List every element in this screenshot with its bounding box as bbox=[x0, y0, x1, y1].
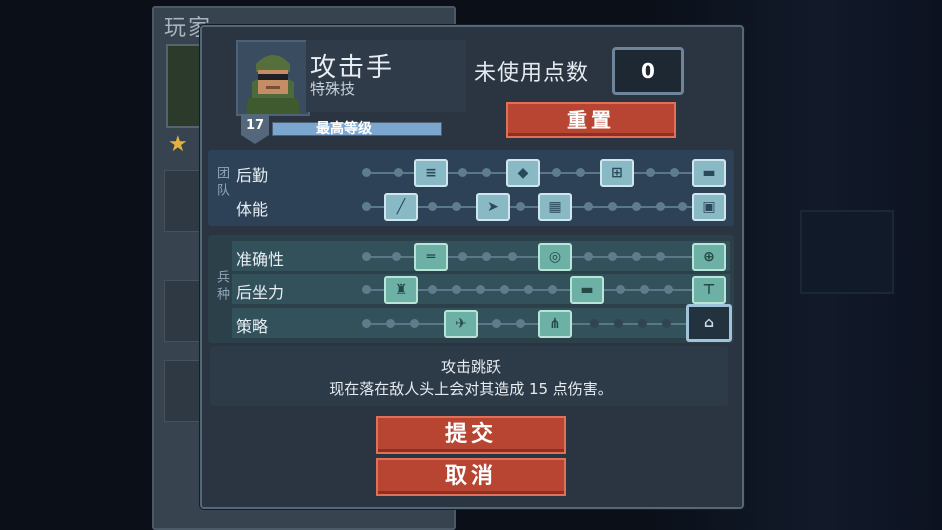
background-object bbox=[800, 210, 894, 294]
reset-button[interactable]: 重置 bbox=[506, 102, 676, 138]
star-icon: ★ bbox=[168, 132, 188, 157]
unused-points-value: 0 bbox=[612, 47, 684, 95]
skill-recoil-2[interactable]: ▬ bbox=[570, 276, 604, 304]
soldier-portrait bbox=[236, 40, 310, 116]
skill-node[interactable] bbox=[362, 202, 371, 211]
team-section bbox=[208, 150, 734, 226]
skill-node[interactable] bbox=[640, 285, 649, 294]
skill-node[interactable] bbox=[552, 168, 561, 177]
skill-node[interactable] bbox=[656, 252, 665, 261]
skill-node[interactable] bbox=[492, 319, 501, 328]
skill-recoil-1[interactable]: ♜ bbox=[384, 276, 418, 304]
cancel-button[interactable]: 取消 bbox=[376, 458, 566, 496]
skill-description-text: 现在落在敌人头上会对其造成 15 点伤害。 bbox=[329, 380, 613, 398]
skill-node[interactable] bbox=[678, 202, 687, 211]
skill-node[interactable] bbox=[428, 285, 437, 294]
skill-node[interactable] bbox=[428, 202, 437, 211]
row-label-fitness: 体能 bbox=[236, 200, 269, 219]
skill-accuracy-3[interactable]: ⊕ bbox=[692, 243, 726, 271]
skill-node-locked[interactable] bbox=[638, 319, 647, 328]
skill-logistics-3[interactable]: ⊞ bbox=[600, 159, 634, 187]
skill-node[interactable] bbox=[632, 202, 641, 211]
skill-fitness-1[interactable]: ╱ bbox=[384, 193, 418, 221]
skill-node[interactable] bbox=[452, 285, 461, 294]
skill-fitness-3[interactable]: ▦ bbox=[538, 193, 572, 221]
skill-node[interactable] bbox=[584, 202, 593, 211]
background-slot bbox=[164, 170, 204, 232]
skill-node[interactable] bbox=[410, 319, 419, 328]
unused-points-label: 未使用点数 bbox=[474, 61, 590, 86]
skill-node[interactable] bbox=[508, 252, 517, 261]
skill-node[interactable] bbox=[394, 168, 403, 177]
skill-node[interactable] bbox=[386, 319, 395, 328]
skill-node[interactable] bbox=[392, 252, 401, 261]
level-label: 最高等级 bbox=[316, 121, 372, 137]
skill-node[interactable] bbox=[608, 202, 617, 211]
row-label-logistics: 后勤 bbox=[236, 166, 269, 185]
skill-node[interactable] bbox=[516, 319, 525, 328]
skill-node[interactable] bbox=[362, 285, 371, 294]
skill-node[interactable] bbox=[632, 252, 641, 261]
class-subtitle: 特殊技 bbox=[310, 80, 356, 98]
skill-node[interactable] bbox=[362, 168, 371, 177]
skill-recoil-3[interactable]: ⊤ bbox=[692, 276, 726, 304]
skill-tactics-2[interactable]: ⋔ bbox=[538, 310, 572, 338]
skill-node[interactable] bbox=[548, 285, 557, 294]
skill-node-locked[interactable] bbox=[662, 319, 671, 328]
skill-node[interactable] bbox=[524, 285, 533, 294]
row-label-accuracy: 准确性 bbox=[236, 250, 285, 269]
skill-node[interactable] bbox=[476, 285, 485, 294]
skill-node-locked[interactable] bbox=[590, 319, 599, 328]
skill-node[interactable] bbox=[616, 285, 625, 294]
row-label-recoil: 后坐力 bbox=[236, 283, 285, 302]
skill-node[interactable] bbox=[458, 252, 467, 261]
skill-node[interactable] bbox=[584, 252, 593, 261]
skill-accuracy-2[interactable]: ◎ bbox=[538, 243, 572, 271]
skill-tactics-3-selected[interactable]: ⌂ bbox=[686, 304, 732, 342]
skill-node[interactable] bbox=[362, 319, 371, 328]
skill-node[interactable] bbox=[670, 168, 679, 177]
team-section-label: 团队 bbox=[214, 166, 229, 200]
skill-fitness-2[interactable]: ➤ bbox=[476, 193, 510, 221]
row-label-tactics: 策略 bbox=[236, 317, 269, 336]
skill-logistics-2[interactable]: ◆ bbox=[506, 159, 540, 187]
skill-node[interactable] bbox=[656, 202, 665, 211]
skill-node[interactable] bbox=[516, 202, 525, 211]
skill-node-locked[interactable] bbox=[614, 319, 623, 328]
skill-node[interactable] bbox=[458, 168, 467, 177]
skill-node[interactable] bbox=[452, 202, 461, 211]
skill-node[interactable] bbox=[482, 168, 491, 177]
skill-node[interactable] bbox=[362, 252, 371, 261]
soldier-section-label: 兵种 bbox=[214, 270, 229, 304]
skill-node[interactable] bbox=[576, 168, 585, 177]
skill-node[interactable] bbox=[664, 285, 673, 294]
background-slot bbox=[164, 280, 204, 342]
skill-description-title: 攻击跳跃 bbox=[440, 358, 501, 376]
skill-node[interactable] bbox=[646, 168, 655, 177]
skill-node[interactable] bbox=[482, 252, 491, 261]
skill-tactics-1[interactable]: ✈ bbox=[444, 310, 478, 338]
skill-node[interactable] bbox=[500, 285, 509, 294]
soldier-portrait-icon bbox=[238, 42, 308, 114]
skill-logistics-1[interactable]: ≡ bbox=[414, 159, 448, 187]
skill-node[interactable] bbox=[608, 252, 617, 261]
skill-logistics-4[interactable]: ▬ bbox=[692, 159, 726, 187]
submit-button[interactable]: 提交 bbox=[376, 416, 566, 454]
skill-accuracy-1[interactable]: ═ bbox=[414, 243, 448, 271]
skill-fitness-4[interactable]: ▣ bbox=[692, 193, 726, 221]
